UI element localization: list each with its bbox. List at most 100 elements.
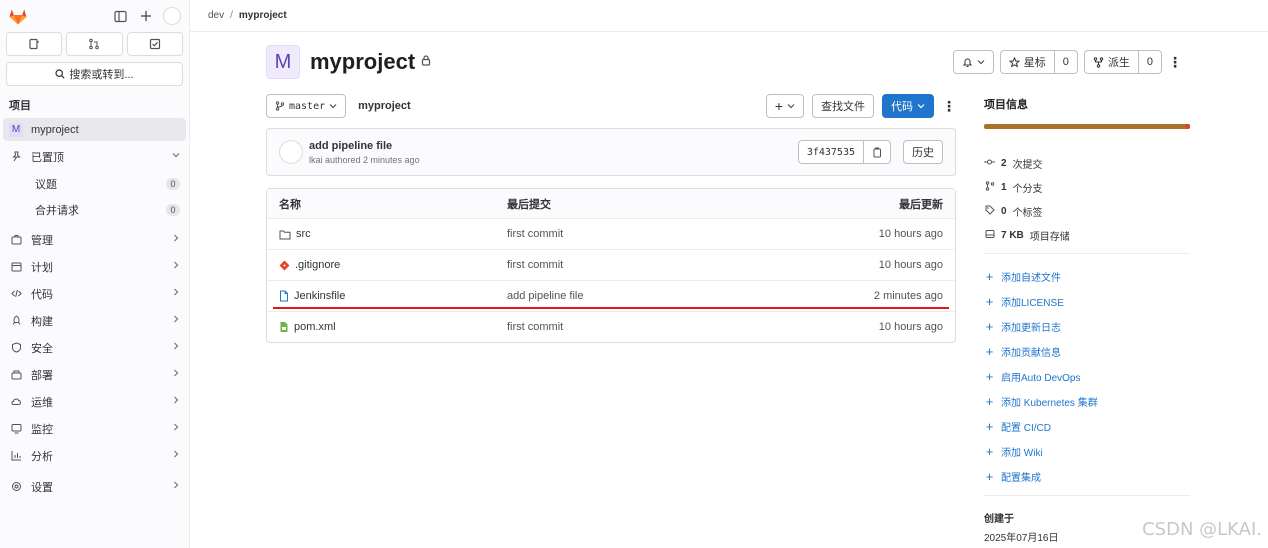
shield-icon [9, 342, 23, 353]
storage-icon [984, 229, 995, 242]
chevron-right-icon [172, 315, 180, 326]
sidebar-item-operate[interactable]: 运维 [3, 390, 186, 413]
chevron-down-icon [172, 151, 180, 162]
branches-stat-link[interactable]: 1 个分支 [984, 175, 1190, 199]
file-name-link[interactable]: src [296, 228, 311, 240]
file-name-link[interactable]: pom.xml [294, 321, 336, 333]
file-last-update: 2 minutes ago [873, 290, 943, 302]
sidebar-item-project[interactable]: M myproject [3, 118, 186, 141]
issues-icon [29, 38, 40, 50]
sidebar-item-plan[interactable]: 计划 [3, 255, 186, 278]
table-row[interactable]: .gitignore first commit 10 hours ago [267, 249, 955, 280]
todo-counter-button[interactable] [126, 32, 183, 56]
user-avatar[interactable] [163, 7, 181, 25]
enable-auto-devops-link[interactable]: + 启用Auto DevOps [984, 364, 1190, 389]
commit-sha-button[interactable]: 3f437535 [797, 140, 864, 164]
chevron-down-icon [329, 104, 337, 109]
sidebar-item-code[interactable]: 代码 [3, 282, 186, 305]
bell-icon [962, 58, 972, 67]
add-license-link[interactable]: + 添加LICENSE [984, 289, 1190, 314]
add-dropdown-button[interactable]: + [765, 94, 804, 118]
find-file-button[interactable]: 查找文件 [812, 94, 874, 118]
table-row[interactable]: src first commit 10 hours ago [267, 218, 955, 249]
file-last-commit-link[interactable]: first commit [507, 321, 803, 333]
copy-sha-button[interactable] [864, 140, 891, 164]
stat-label: 次提交 [1012, 159, 1043, 171]
file-last-commit-link[interactable]: first commit [507, 259, 803, 271]
sidebar-item-monitor[interactable]: 监控 [3, 417, 186, 440]
configure-integrations-link[interactable]: + 配置集成 [984, 464, 1190, 489]
sidebar-item-deploy[interactable]: 部署 [3, 363, 186, 386]
sidebar-item-issues[interactable]: 议题 0 [3, 172, 186, 195]
pin-icon [9, 151, 23, 162]
file-last-update: 10 hours ago [878, 259, 943, 271]
add-contributing-link[interactable]: + 添加贡献信息 [984, 339, 1190, 364]
code-dropdown-button[interactable]: 代码 [882, 94, 934, 118]
add-changelog-link[interactable]: + 添加更新日志 [984, 314, 1190, 339]
link-label: 配置 CI/CD [1001, 423, 1051, 434]
commit-meta: lkai authored 2 minutes ago [309, 154, 420, 165]
search-button[interactable]: 搜索或转到... [6, 62, 183, 86]
issues-count-badge: 0 [166, 177, 180, 190]
sidebar-item-settings[interactable]: 设置 [3, 475, 186, 498]
file-last-commit-link[interactable]: add pipeline file [507, 290, 803, 302]
divider [984, 253, 1190, 254]
branch-icon [275, 101, 285, 111]
sidebar-item-label: 代码 [31, 288, 53, 301]
divider [984, 495, 1190, 496]
stat-value: 7 KB [1001, 229, 1024, 241]
sidebar-item-pinned[interactable]: 已置顶 [3, 145, 186, 168]
branch-selector[interactable]: master [266, 94, 347, 118]
repo-path[interactable]: myproject [358, 100, 411, 112]
history-button[interactable]: 历史 [903, 140, 943, 164]
rocket-icon [9, 315, 23, 326]
sidebar-item-merge-requests[interactable]: 合并请求 0 [3, 198, 186, 221]
chevron-right-icon [172, 423, 180, 434]
plus-icon: + [985, 369, 994, 384]
star-count[interactable]: 0 [1054, 50, 1078, 74]
merge-requests-counter-button[interactable] [66, 32, 123, 56]
git-icon [279, 260, 290, 270]
create-new-icon[interactable] [137, 7, 155, 25]
file-name-link[interactable]: Jenkinsfile [294, 290, 345, 302]
table-row[interactable]: Jenkinsfile add pipeline file 2 minutes … [267, 280, 955, 311]
sidebar-item-build[interactable]: 构建 [3, 309, 186, 332]
tags-stat-link[interactable]: 0 个标签 [984, 199, 1190, 223]
xml-file-icon [280, 322, 288, 332]
page-title: myproject [310, 49, 416, 74]
gitlab-logo-icon[interactable] [8, 6, 28, 26]
issues-counter-button[interactable] [6, 32, 63, 56]
file-last-update: 10 hours ago [878, 228, 943, 240]
sidebar-item-secure[interactable]: 安全 [3, 336, 186, 359]
file-last-commit-link[interactable]: first commit [507, 228, 803, 240]
file-icon [280, 290, 288, 302]
table-row[interactable]: pom.xml first commit 10 hours ago [267, 311, 955, 342]
more-actions-icon[interactable]: ⋮ [1168, 54, 1182, 71]
breadcrumb-current[interactable]: myproject [239, 10, 287, 21]
breadcrumb-parent-link[interactable]: dev [208, 10, 224, 21]
chevron-right-icon [172, 369, 180, 380]
star-button[interactable]: 星标 [999, 50, 1055, 74]
more-actions-icon[interactable]: ⋮ [942, 98, 956, 115]
fork-count[interactable]: 0 [1138, 50, 1162, 74]
highlight-underline [273, 307, 949, 309]
stat-label: 个分支 [1012, 183, 1043, 195]
sidebar-item-analyze[interactable]: 分析 [3, 444, 186, 467]
notifications-dropdown-button[interactable] [952, 50, 994, 74]
storage-stat-link[interactable]: 7 KB 项目存储 [984, 223, 1190, 247]
language-bar[interactable] [984, 124, 1190, 129]
add-readme-link[interactable]: + 添加自述文件 [984, 264, 1190, 289]
configure-ci-cd-link[interactable]: + 配置 CI/CD [984, 414, 1190, 439]
commits-stat-link[interactable]: 2 次提交 [984, 151, 1190, 175]
file-name-link[interactable]: .gitignore [295, 259, 340, 271]
fork-button[interactable]: 派生 [1083, 50, 1139, 74]
plus-icon: + [985, 394, 994, 409]
sidebar-item-manage[interactable]: 管理 [3, 228, 186, 251]
commit-sha-group: 3f437535 [797, 140, 891, 164]
sidebar-toggle-icon[interactable] [111, 7, 129, 25]
add-wiki-link[interactable]: + 添加 Wiki [984, 439, 1190, 464]
add-kubernetes-cluster-link[interactable]: + 添加 Kubernetes 集群 [984, 389, 1190, 414]
tag-icon [984, 205, 995, 218]
chevron-right-icon [172, 342, 180, 353]
commit-title-link[interactable]: add pipeline file [309, 140, 420, 152]
